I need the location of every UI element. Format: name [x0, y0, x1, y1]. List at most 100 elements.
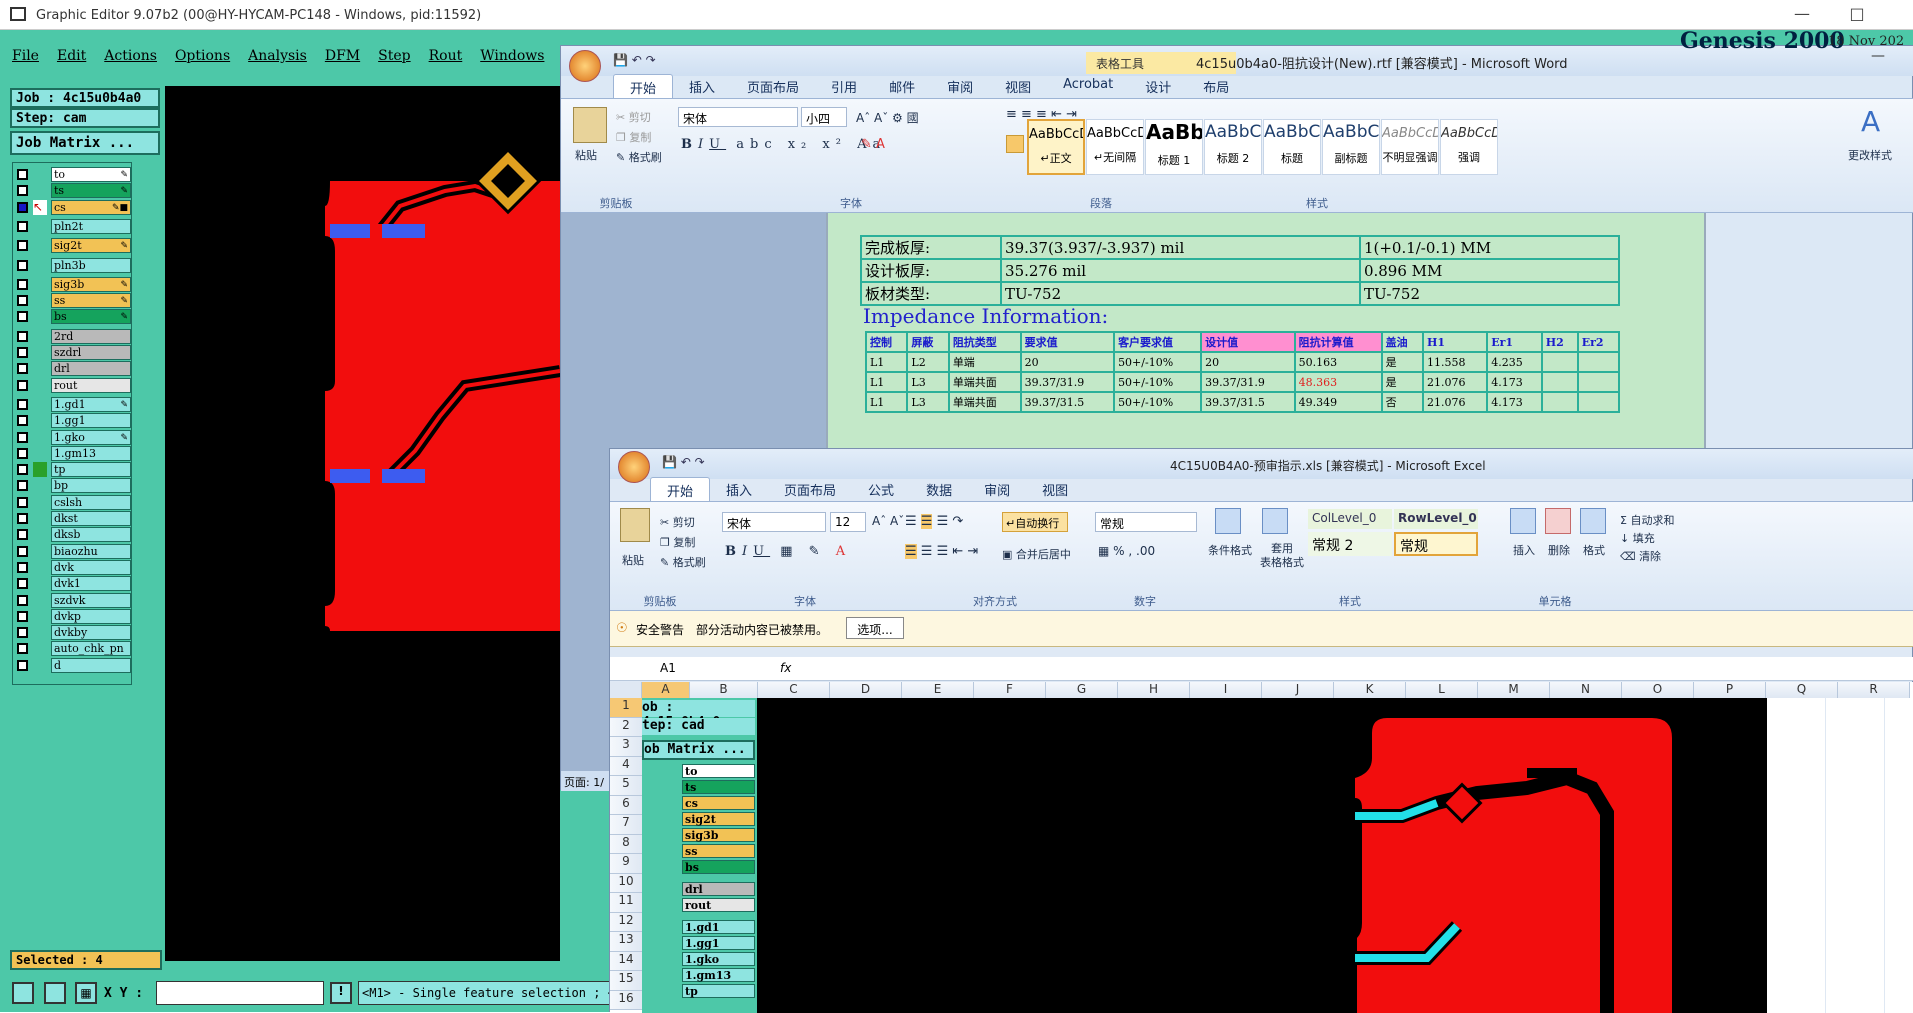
layer-checkbox[interactable]: [17, 379, 28, 391]
change-styles-icon[interactable]: A: [1861, 105, 1880, 138]
row-header-16[interactable]: 16: [610, 990, 642, 1010]
style-1[interactable]: AaBbCcDd ↵无间隔: [1086, 119, 1144, 175]
cut-button[interactable]: ✂ 剪切: [616, 109, 651, 125]
column-header-F[interactable]: F: [974, 682, 1046, 698]
insert-cells-icon[interactable]: [1510, 508, 1536, 534]
layer-checkbox[interactable]: [17, 529, 28, 541]
row-header-3[interactable]: 3: [610, 737, 642, 757]
layer-row-1.gko[interactable]: 1.gko ✎: [15, 429, 131, 445]
word-tab-4[interactable]: 邮件: [873, 74, 931, 98]
xl-paste-label[interactable]: 粘贴: [622, 552, 644, 568]
maximize-icon[interactable]: □: [1842, 4, 1872, 23]
column-header-Q[interactable]: Q: [1766, 682, 1838, 698]
word-tab-0[interactable]: 开始: [613, 74, 674, 98]
layer-name[interactable]: pln3b: [51, 257, 131, 273]
layer-row-dkst[interactable]: dkst: [15, 511, 131, 526]
layer-name[interactable]: to ✎: [51, 167, 131, 182]
menu-analysis[interactable]: Analysis: [248, 48, 307, 70]
xl-copy-button[interactable]: ❐ 复制: [660, 534, 695, 550]
layer-row-dksb[interactable]: dksb: [15, 527, 131, 543]
menu-dfm[interactable]: DFM: [325, 48, 360, 70]
minimize-icon[interactable]: —: [1787, 4, 1817, 23]
quick-access-toolbar[interactable]: 💾 ↶ ↷: [613, 53, 656, 67]
layer-checkbox[interactable]: [17, 643, 28, 655]
row-header-12[interactable]: 12: [610, 912, 642, 932]
layer-checkbox[interactable]: [17, 347, 28, 358]
layer-checkbox[interactable]: [17, 464, 28, 476]
word-tab-3[interactable]: 引用: [815, 74, 873, 98]
layer-row-ts[interactable]: ts ✎: [15, 183, 131, 199]
layer-row-bs[interactable]: bs ✎: [15, 309, 131, 325]
layer-name[interactable]: dvk: [51, 559, 131, 575]
layer-row-dvk1[interactable]: dvk1: [15, 576, 131, 592]
style-3[interactable]: AaBbC 标题 2: [1204, 119, 1262, 175]
word-minimize-icon[interactable]: —: [1871, 48, 1885, 64]
layer-checkbox[interactable]: [17, 415, 28, 427]
layer-name[interactable]: 2rd: [51, 328, 131, 344]
layer-name[interactable]: d: [51, 657, 131, 673]
style-normal-2[interactable]: 常规 2: [1308, 532, 1392, 556]
layer-checkbox[interactable]: [17, 185, 28, 197]
layer-row-sig2t[interactable]: sig2t ✎: [15, 238, 131, 254]
layer-name[interactable]: biaozhu: [51, 543, 131, 559]
layer-checkbox[interactable]: [17, 659, 28, 671]
table-format-label[interactable]: 套用 表格格式: [1260, 542, 1304, 570]
xl-font-grow-icon[interactable]: Aˆ Aˇ: [872, 514, 904, 528]
paste-icon[interactable]: [573, 107, 607, 143]
style-0[interactable]: AaBbCcDd ↵正文: [1027, 119, 1085, 175]
layer-name[interactable]: 1.gg1: [51, 413, 131, 429]
layer-name[interactable]: 1.gko ✎: [51, 429, 131, 445]
word-tab-2[interactable]: 页面布局: [731, 74, 815, 98]
layer-row-pln2t[interactable]: pln2t: [15, 218, 131, 234]
excel-grid[interactable]: ABCDEFGHIJKLMNOPQR 1 2 3 4 5 6 7 8 9 10 11 12 13 14 15…: [610, 682, 1913, 1013]
column-header-E[interactable]: E: [902, 682, 974, 698]
layer-checkbox[interactable]: [17, 201, 28, 213]
xl-halign-icons[interactable]: ☰ ☰ ☰ ⇤ ⇥: [905, 544, 978, 559]
layer-checkbox[interactable]: [17, 259, 28, 271]
layer-row-bp[interactable]: bp: [15, 478, 131, 494]
wrap-text-button[interactable]: ↵自动换行: [1002, 512, 1068, 532]
number-format-icons[interactable]: ▦ % , .00: [1098, 544, 1155, 558]
format-cells-icon[interactable]: [1580, 508, 1606, 534]
column-header-L[interactable]: L: [1406, 682, 1478, 698]
word-tab-7[interactable]: Acrobat: [1047, 74, 1129, 98]
name-box[interactable]: A1: [610, 657, 738, 679]
style-normal[interactable]: 常规: [1394, 532, 1478, 556]
word-tab-6[interactable]: 视图: [989, 74, 1047, 98]
format-cells-label[interactable]: 格式: [1583, 542, 1605, 558]
layer-checkbox[interactable]: [17, 545, 28, 557]
column-header-M[interactable]: M: [1478, 682, 1550, 698]
layer-name[interactable]: dvkby: [51, 625, 131, 641]
row-header-7[interactable]: 7: [610, 815, 642, 835]
layer-row-dvkby[interactable]: dvkby: [15, 625, 131, 641]
row-header-10[interactable]: 10: [610, 873, 642, 893]
font-size-select[interactable]: 小四: [801, 107, 847, 127]
layer-checkbox[interactable]: [17, 447, 28, 459]
column-header-P[interactable]: P: [1694, 682, 1766, 698]
excel-tab-3[interactable]: 公式: [852, 477, 910, 501]
layer-row-cs[interactable]: ↖ cs ✎■: [15, 199, 131, 215]
job-matrix-button[interactable]: Job Matrix ...: [10, 131, 160, 155]
layer-checkbox[interactable]: [17, 496, 28, 508]
info-icon[interactable]: !: [330, 982, 352, 1004]
fill-button[interactable]: ↓ 填充: [1620, 530, 1655, 546]
layer-row-1.gd1[interactable]: 1.gd1 ✎: [15, 396, 131, 412]
column-header-R[interactable]: R: [1838, 682, 1910, 698]
grid-icon[interactable]: ▦: [75, 982, 97, 1004]
menu-rout[interactable]: Rout: [429, 48, 463, 70]
layer-name[interactable]: dvkp: [51, 608, 131, 624]
row-header-14[interactable]: 14: [610, 951, 642, 971]
layer-checkbox[interactable]: [17, 220, 28, 232]
layer-row-rout[interactable]: rout: [15, 377, 131, 393]
layer-checkbox[interactable]: [17, 513, 28, 524]
column-header-A[interactable]: A: [642, 682, 690, 698]
layer-name[interactable]: dkst: [51, 511, 131, 526]
layer-name[interactable]: tp: [51, 462, 131, 478]
change-styles-label[interactable]: 更改样式: [1848, 147, 1892, 163]
layer-name[interactable]: cs ✎■: [51, 199, 131, 215]
layer-checkbox[interactable]: [17, 627, 28, 639]
layer-checkbox[interactable]: [17, 240, 28, 252]
ge-canvas[interactable]: [165, 86, 560, 961]
layer-checkbox[interactable]: [17, 578, 28, 590]
layer-name[interactable]: cslsh: [51, 494, 131, 510]
